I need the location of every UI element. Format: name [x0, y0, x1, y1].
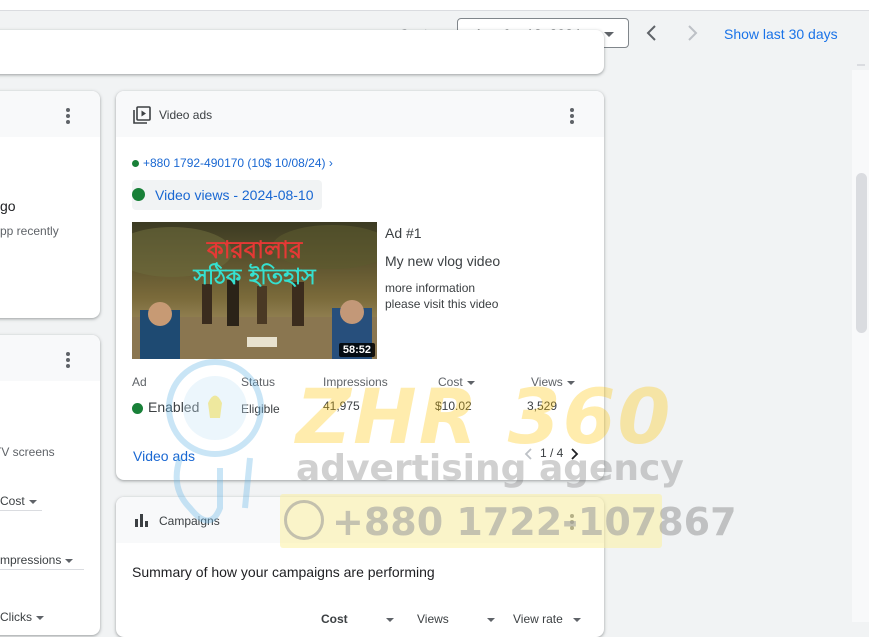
column-label: View rate [513, 612, 563, 626]
more-options-button[interactable] [569, 514, 575, 530]
column-header-cost[interactable]: Cost [438, 375, 475, 389]
card-header [0, 91, 100, 137]
sort-caret-icon [466, 380, 475, 385]
status-dot-icon [132, 160, 139, 168]
video-ads-footer-link[interactable]: Video ads [133, 448, 195, 464]
card-heading-fragment: go [0, 198, 16, 214]
impressions-value: 41,975 [323, 399, 360, 413]
video-ads-icon [133, 106, 151, 124]
campaign-label: Video views - 2024-08-10 [155, 187, 314, 203]
ad-status-enabled: Enabled [132, 399, 199, 415]
top-card-remnant [0, 30, 604, 74]
views-value: 3,529 [527, 399, 558, 413]
campaigns-card: Campaigns Summary of how your campaigns … [116, 497, 604, 637]
scrollbar-track[interactable] [852, 70, 869, 622]
enabled-label: Enabled [148, 399, 200, 415]
pager-prev-icon[interactable] [524, 448, 534, 460]
left-card-1: go pp recently [0, 91, 100, 318]
column-header-views[interactable]: Views [531, 375, 575, 389]
thumbnail-title-line2: সঠিক ইতিহাস [193, 265, 316, 290]
bar-chart-icon [135, 514, 148, 527]
sort-caret-icon [566, 380, 575, 385]
previous-period-button[interactable] [641, 22, 663, 44]
metric-label: Cost [0, 494, 25, 508]
card-title: Video ads [159, 108, 213, 122]
top-bar [0, 0, 869, 11]
next-period-button[interactable] [681, 22, 703, 44]
card-subtext-fragment: pp recently [0, 224, 59, 238]
scrollbar-thumb[interactable] [856, 173, 867, 333]
chevron-left-icon [646, 25, 656, 41]
caret-icon [486, 617, 495, 622]
column-label: Views [417, 612, 449, 626]
caret-icon [28, 499, 37, 504]
caret-icon [65, 558, 74, 563]
card-header [0, 335, 100, 381]
metric-label: mpressions [0, 553, 62, 567]
metric-underline [0, 510, 42, 511]
ad-pager: 1 / 4 [524, 446, 579, 460]
column-header-status: Status [241, 375, 276, 389]
caret-icon [385, 617, 394, 622]
column-header-label: Views [531, 375, 563, 389]
account-link[interactable]: +880 1792-490170 (10$ 10/08/24) › [132, 156, 333, 170]
separator-dash [857, 64, 865, 66]
video-duration-badge: 58:52 [338, 343, 375, 357]
campaigns-summary: Summary of how your campaigns are perfor… [132, 564, 435, 580]
column-header-label: Cost [438, 375, 463, 389]
enabled-dot-icon [132, 402, 143, 414]
column-select-views[interactable]: Views [417, 612, 495, 626]
column-select-view-rate[interactable]: View rate [513, 612, 581, 626]
more-options-button[interactable] [569, 108, 575, 124]
ad-description: more information please visit this video [385, 280, 498, 312]
enabled-dot-icon [132, 188, 145, 202]
ad-eligibility: Eligible [241, 402, 280, 416]
column-header-impressions[interactable]: Impressions [323, 375, 388, 389]
more-options-button[interactable] [65, 108, 71, 124]
dropdown-caret-icon [604, 32, 614, 37]
chevron-right-icon [688, 25, 698, 41]
ad-number: Ad #1 [385, 225, 422, 241]
card-header: Campaigns [116, 497, 604, 543]
caret-icon [36, 615, 44, 620]
video-thumbnail[interactable]: কারবালার সঠিক ইতিহাস 58:52 [132, 222, 377, 359]
device-line-fragment: TV screens [0, 445, 55, 459]
metric-select-impressions[interactable]: mpressions [0, 553, 74, 567]
ad-description-line: please visit this video [385, 297, 499, 311]
video-ads-card: Video ads +880 1792-490170 (10$ 10/08/24… [116, 91, 604, 480]
card-header: Video ads [116, 91, 604, 137]
campaign-link[interactable]: Video views - 2024-08-10 [132, 180, 322, 210]
ad-description-line: more information [385, 281, 476, 295]
card-title: Campaigns [159, 514, 220, 528]
column-header-ad: Ad [132, 375, 147, 389]
more-options-button[interactable] [65, 352, 71, 368]
pager-next-icon[interactable] [569, 448, 579, 460]
metric-select-cost[interactable]: Cost [0, 494, 37, 508]
metric-underline [0, 569, 84, 570]
column-label: Cost [321, 612, 348, 626]
caret-icon [572, 617, 581, 622]
ad-title: My new vlog video [385, 253, 501, 269]
left-card-2: TV screens Cost mpressions Clicks [0, 335, 100, 635]
show-last-30-days-link[interactable]: Show last 30 days [724, 26, 838, 42]
account-label: +880 1792-490170 (10$ 10/08/24) › [143, 156, 333, 170]
pager-label: 1 / 4 [540, 446, 564, 460]
column-select-cost[interactable]: Cost [321, 612, 394, 626]
cost-value: $10.02 [435, 399, 472, 413]
